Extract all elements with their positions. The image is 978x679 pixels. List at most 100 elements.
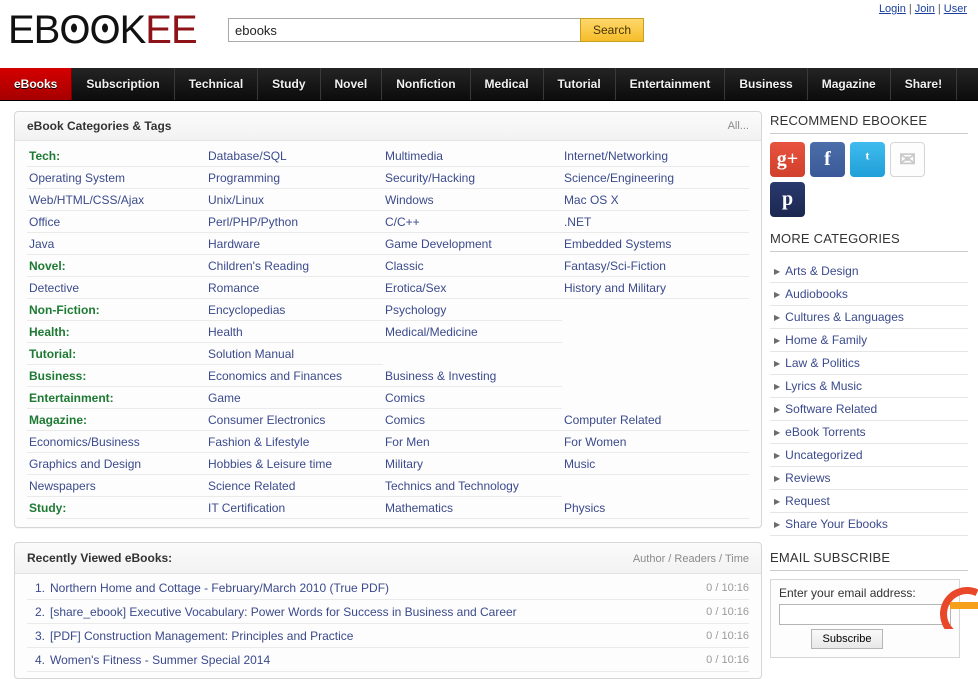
category-link[interactable]: Consumer Electronics xyxy=(208,413,325,427)
category-link[interactable]: Graphics and Design xyxy=(29,457,141,471)
more-category-item[interactable]: ▶ Cultures & Languages xyxy=(770,306,968,329)
site-logo[interactable]: EBOOKEE xyxy=(8,6,198,54)
nav-item-medical[interactable]: Medical xyxy=(471,68,544,100)
category-link[interactable]: Science Related xyxy=(208,479,295,493)
more-category-item[interactable]: ▶ Audiobooks xyxy=(770,283,968,306)
categories-cell: Medical/Medicine xyxy=(382,320,562,343)
nav-item-nonfiction[interactable]: Nonfiction xyxy=(382,68,471,100)
more-category-item[interactable]: ▶ Home & Family xyxy=(770,329,968,352)
email-subscribe-button[interactable]: Subscribe xyxy=(811,629,883,649)
more-category-item[interactable]: ▶ eBook Torrents xyxy=(770,421,968,444)
login-link[interactable]: Login xyxy=(879,3,906,15)
nav-item-share[interactable]: Share! xyxy=(891,68,958,100)
category-link[interactable]: Newspapers xyxy=(29,479,96,493)
category-link[interactable]: History and Military xyxy=(564,281,666,295)
recent-item-left: 2. [share_ebook] Executive Vocabulary: Po… xyxy=(27,605,517,619)
category-link[interactable]: Comics xyxy=(385,413,425,427)
category-link[interactable]: .NET xyxy=(564,215,591,229)
categories-panel: eBook Categories & Tags All... Tech: Data… xyxy=(14,111,762,528)
category-link[interactable]: Physics xyxy=(564,501,605,515)
category-link[interactable]: Database/SQL xyxy=(208,149,287,163)
nav-item-ebooks[interactable]: eBooks xyxy=(0,68,73,100)
category-link[interactable]: Technics and Technology xyxy=(385,479,519,493)
category-link[interactable]: Children's Reading xyxy=(208,259,309,273)
join-link[interactable]: Join xyxy=(915,3,935,15)
category-link[interactable]: Multimedia xyxy=(385,149,443,163)
category-link[interactable]: Economics and Finances xyxy=(208,369,342,383)
categories-cell: Security/Hacking xyxy=(382,166,562,189)
category-link[interactable]: Security/Hacking xyxy=(385,171,475,185)
nav-item-novel[interactable]: Novel xyxy=(321,68,383,100)
category-link[interactable]: Detective xyxy=(29,281,79,295)
more-category-item[interactable]: ▶ Request xyxy=(770,490,968,513)
category-link[interactable]: Internet/Networking xyxy=(564,149,668,163)
recent-item-title-link[interactable]: [PDF] Construction Management: Principle… xyxy=(50,629,353,643)
category-link[interactable]: Fashion & Lifestyle xyxy=(208,435,309,449)
category-link[interactable]: Programming xyxy=(208,171,280,185)
category-link[interactable]: IT Certification xyxy=(208,501,285,515)
category-link[interactable]: Web/HTML/CSS/Ajax xyxy=(29,193,144,207)
category-link[interactable]: Mathematics xyxy=(385,501,453,515)
nav-item-entertainment[interactable]: Entertainment xyxy=(616,68,726,100)
categories-cell: Science Related xyxy=(205,474,383,497)
category-link[interactable]: For Women xyxy=(564,435,626,449)
more-category-item[interactable]: ▶ Lyrics & Music xyxy=(770,375,968,398)
category-link[interactable]: Game Development xyxy=(385,237,492,251)
recent-item-title-link[interactable]: Northern Home and Cottage - February/Mar… xyxy=(50,581,389,595)
search-button[interactable]: Search xyxy=(580,18,644,42)
nav-item-business[interactable]: Business xyxy=(725,68,808,100)
more-category-item[interactable]: ▶ Software Related xyxy=(770,398,968,421)
category-link[interactable]: Science/Engineering xyxy=(564,171,674,185)
email-subscribe-input[interactable] xyxy=(779,604,951,625)
twitter-icon[interactable]: ᵗ xyxy=(850,142,885,177)
nav-item-subscription[interactable]: Subscription xyxy=(72,68,175,100)
category-link[interactable]: Health xyxy=(208,325,243,339)
category-link[interactable]: Military xyxy=(385,457,423,471)
category-link[interactable]: Game xyxy=(208,391,241,405)
more-category-item[interactable]: ▶ Law & Politics xyxy=(770,352,968,375)
category-link[interactable]: Medical/Medicine xyxy=(385,325,478,339)
category-link[interactable]: Fantasy/Sci-Fiction xyxy=(564,259,666,273)
google-plus-icon[interactable]: g+ xyxy=(770,142,805,177)
category-link[interactable]: Psychology xyxy=(385,303,446,317)
category-link[interactable]: Office xyxy=(29,215,60,229)
category-link[interactable]: For Men xyxy=(385,435,430,449)
email-icon[interactable]: ✉ xyxy=(890,142,925,177)
category-link[interactable]: Embedded Systems xyxy=(564,237,671,251)
more-category-item[interactable]: ▶ Uncategorized xyxy=(770,444,968,467)
category-link[interactable]: Hobbies & Leisure time xyxy=(208,457,332,471)
category-link[interactable]: Java xyxy=(29,237,54,251)
more-category-item[interactable]: ▶ Share Your Ebooks xyxy=(770,513,968,536)
category-link[interactable]: Operating System xyxy=(29,171,125,185)
category-link[interactable]: Unix/Linux xyxy=(208,193,264,207)
nav-item-magazine[interactable]: Magazine xyxy=(808,68,891,100)
category-link[interactable]: Computer Related xyxy=(564,413,661,427)
pinterest-icon[interactable]: p xyxy=(770,182,805,217)
category-link[interactable]: Hardware xyxy=(208,237,260,251)
user-link[interactable]: User xyxy=(944,3,967,15)
category-link[interactable]: Windows xyxy=(385,193,434,207)
category-link[interactable]: C/C++ xyxy=(385,215,420,229)
category-link[interactable]: Perl/PHP/Python xyxy=(208,215,298,229)
facebook-icon[interactable]: f xyxy=(810,142,845,177)
search-input[interactable] xyxy=(228,18,580,42)
category-link[interactable]: Business & Investing xyxy=(385,369,496,383)
category-link[interactable]: Encyclopedias xyxy=(208,303,285,317)
category-link[interactable]: Romance xyxy=(208,281,259,295)
category-link[interactable]: Mac OS X xyxy=(564,193,619,207)
category-link[interactable]: Erotica/Sex xyxy=(385,281,446,295)
categories-row: Study: IT Certification Mathematics Physics xyxy=(27,496,749,519)
category-link[interactable]: Comics xyxy=(385,391,425,405)
category-link[interactable]: Solution Manual xyxy=(208,347,294,361)
nav-item-study[interactable]: Study xyxy=(258,68,321,100)
nav-item-technical[interactable]: Technical xyxy=(175,68,259,100)
more-category-item[interactable]: ▶ Reviews xyxy=(770,467,968,490)
recent-item-title-link[interactable]: Women's Fitness - Summer Special 2014 xyxy=(50,653,270,667)
more-category-item[interactable]: ▶ Arts & Design xyxy=(770,260,968,283)
category-link[interactable]: Classic xyxy=(385,259,424,273)
category-link[interactable]: Economics/Business xyxy=(29,435,140,449)
category-link[interactable]: Music xyxy=(564,457,595,471)
recent-item-title-link[interactable]: [share_ebook] Executive Vocabulary: Powe… xyxy=(50,605,517,619)
categories-all-link[interactable]: All... xyxy=(728,120,749,132)
nav-item-tutorial[interactable]: Tutorial xyxy=(544,68,616,100)
